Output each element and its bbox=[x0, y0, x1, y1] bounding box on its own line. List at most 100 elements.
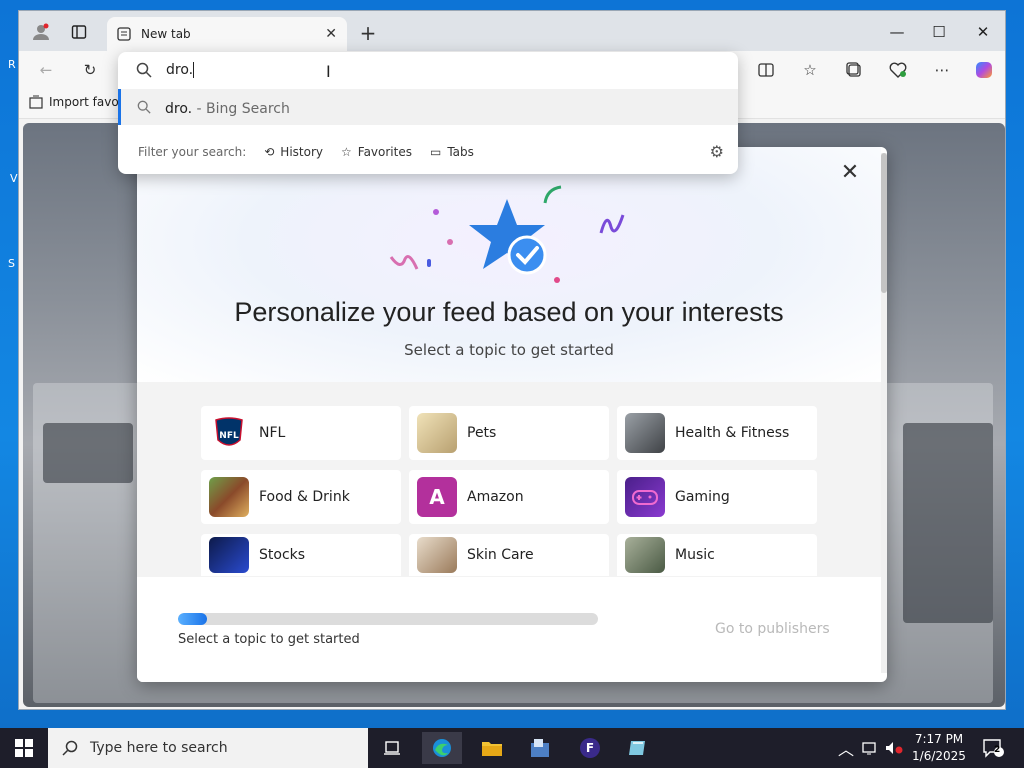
ibeam-cursor-icon: I bbox=[326, 62, 331, 81]
topic-label: Stocks bbox=[259, 547, 306, 563]
maximize-icon[interactable]: ☐ bbox=[917, 19, 961, 45]
close-dialog-icon[interactable]: ✕ bbox=[837, 159, 863, 185]
health-fitness-thumbnail bbox=[625, 413, 665, 453]
svg-text:NFL: NFL bbox=[219, 431, 239, 441]
nfl-logo-icon: NFL bbox=[209, 413, 249, 453]
text-caret bbox=[193, 62, 195, 78]
topic-gaming[interactable]: Gaming bbox=[617, 470, 817, 524]
confetti-dot bbox=[433, 209, 439, 215]
background-blur bbox=[43, 423, 133, 483]
app-notebook-icon[interactable] bbox=[618, 732, 658, 764]
topic-food-drink[interactable]: Food & Drink bbox=[201, 470, 401, 524]
profile-icon[interactable] bbox=[27, 19, 55, 45]
app-f-icon[interactable]: F bbox=[570, 732, 610, 764]
close-window-icon[interactable]: ✕ bbox=[961, 19, 1005, 45]
suggestion-source: - Bing Search bbox=[192, 100, 290, 117]
browser-essentials-icon[interactable] bbox=[883, 57, 913, 83]
new-tab-button[interactable]: + bbox=[355, 21, 381, 45]
topic-grid: NFL NFL Pets Health & Fitness Food & Dri… bbox=[137, 382, 881, 577]
topic-label: Pets bbox=[467, 425, 497, 441]
desktop-icon-label: V bbox=[10, 172, 18, 185]
notifications-icon[interactable]: 2 bbox=[982, 728, 1004, 768]
tab-title: New tab bbox=[141, 27, 191, 41]
collections-icon[interactable] bbox=[839, 57, 869, 83]
hero-banner: Personalize your feed based on your inte… bbox=[137, 147, 881, 382]
search-filter-row: Filter your search: ⟲ History ☆ Favorite… bbox=[118, 136, 738, 168]
tab-strip: New tab ✕ + — ☐ ✕ bbox=[19, 11, 1005, 51]
topic-label: NFL bbox=[259, 425, 286, 441]
address-input[interactable]: dro. bbox=[118, 52, 738, 88]
file-explorer-icon[interactable] bbox=[472, 732, 512, 764]
address-bar-dropdown: dro. I dro. - Bing Search Filter your se… bbox=[118, 52, 738, 174]
dialog-scroll-thumb[interactable] bbox=[881, 153, 887, 293]
tabs-icon: ▭ bbox=[429, 145, 442, 159]
desktop-icon-label: R bbox=[8, 58, 16, 71]
filter-tabs-label: Tabs bbox=[447, 145, 474, 159]
notification-count: 2 bbox=[994, 745, 1001, 755]
suggestion-query: dro. bbox=[165, 100, 193, 117]
task-view-icon[interactable] bbox=[372, 732, 412, 764]
filter-label: Filter your search: bbox=[138, 145, 247, 159]
search-suggestion[interactable]: dro. - Bing Search bbox=[118, 89, 738, 125]
topic-nfl[interactable]: NFL NFL bbox=[201, 406, 401, 460]
tab-new-tab[interactable]: New tab ✕ bbox=[107, 17, 347, 51]
topic-label: Gaming bbox=[675, 489, 730, 505]
skin-care-thumbnail bbox=[417, 537, 457, 573]
search-icon bbox=[137, 100, 151, 114]
edge-browser-icon[interactable] bbox=[422, 732, 462, 764]
filter-history[interactable]: ⟲ History bbox=[264, 145, 323, 159]
topic-label: Amazon bbox=[467, 489, 524, 505]
topic-health-fitness[interactable]: Health & Fitness bbox=[617, 406, 817, 460]
progress-fill bbox=[178, 613, 208, 625]
split-screen-icon[interactable] bbox=[751, 57, 781, 83]
show-hidden-icons-icon[interactable]: ︿ bbox=[838, 728, 854, 768]
confetti-swirl bbox=[599, 214, 625, 234]
music-thumbnail bbox=[625, 537, 665, 573]
gear-icon[interactable]: ⚙ bbox=[710, 142, 724, 161]
search-icon bbox=[136, 62, 152, 78]
confetti-dot bbox=[554, 277, 560, 283]
filter-history-label: History bbox=[280, 145, 323, 159]
topic-label: Health & Fitness bbox=[675, 425, 790, 441]
taskbar-search-placeholder: Type here to search bbox=[90, 740, 228, 756]
progress-bar bbox=[178, 613, 598, 625]
topic-music[interactable]: Music bbox=[617, 534, 817, 576]
tab-actions-icon[interactable] bbox=[65, 19, 93, 45]
volume-muted-icon[interactable] bbox=[884, 728, 904, 768]
network-icon[interactable] bbox=[862, 728, 880, 768]
topic-label: Food & Drink bbox=[259, 489, 350, 505]
import-favorites-label: Import favor bbox=[49, 95, 124, 109]
topic-stocks[interactable]: Stocks bbox=[201, 534, 401, 576]
filter-favorites[interactable]: ☆ Favorites bbox=[341, 145, 412, 159]
topic-skin-care[interactable]: Skin Care bbox=[409, 534, 609, 576]
import-favorites-button[interactable]: Import favor bbox=[29, 95, 124, 109]
address-text: dro. bbox=[166, 62, 194, 78]
refresh-icon[interactable]: ↻ bbox=[75, 57, 105, 83]
stocks-thumbnail bbox=[209, 537, 249, 573]
close-tab-icon[interactable]: ✕ bbox=[325, 26, 337, 42]
windows-start-icon[interactable] bbox=[0, 728, 48, 768]
confetti-dot bbox=[447, 239, 453, 245]
copilot-icon[interactable] bbox=[969, 57, 999, 83]
system-clock[interactable]: 7:17 PM 1/6/2025 bbox=[908, 731, 970, 765]
pets-thumbnail bbox=[417, 413, 457, 453]
dialog-subtitle: Select a topic to get started bbox=[404, 341, 614, 359]
history-icon: ⟲ bbox=[264, 145, 275, 159]
topic-amazon[interactable]: A Amazon bbox=[409, 470, 609, 524]
go-to-publishers-button[interactable]: Go to publishers bbox=[715, 621, 830, 637]
taskbar-search[interactable]: Type here to search bbox=[48, 728, 368, 768]
gaming-controller-icon bbox=[625, 477, 665, 517]
clock-date: 1/6/2025 bbox=[912, 749, 966, 763]
dialog-title: Personalize your feed based on your inte… bbox=[234, 297, 784, 327]
back-arrow-icon[interactable]: ← bbox=[31, 57, 61, 83]
more-options-icon[interactable]: ⋯ bbox=[927, 57, 957, 83]
desktop-icon-label: S bbox=[8, 257, 15, 270]
taskbar: Type here to search F ︿ 7:17 PM 1/6/2025… bbox=[0, 728, 1024, 768]
filter-favorites-label: Favorites bbox=[357, 145, 412, 159]
favorites-icon[interactable]: ☆ bbox=[795, 57, 825, 83]
filter-tabs[interactable]: ▭ Tabs bbox=[430, 145, 474, 159]
background-blur bbox=[903, 423, 993, 623]
minimize-icon[interactable]: — bbox=[875, 19, 919, 45]
topic-pets[interactable]: Pets bbox=[409, 406, 609, 460]
file-manager-app-icon[interactable] bbox=[520, 732, 560, 764]
